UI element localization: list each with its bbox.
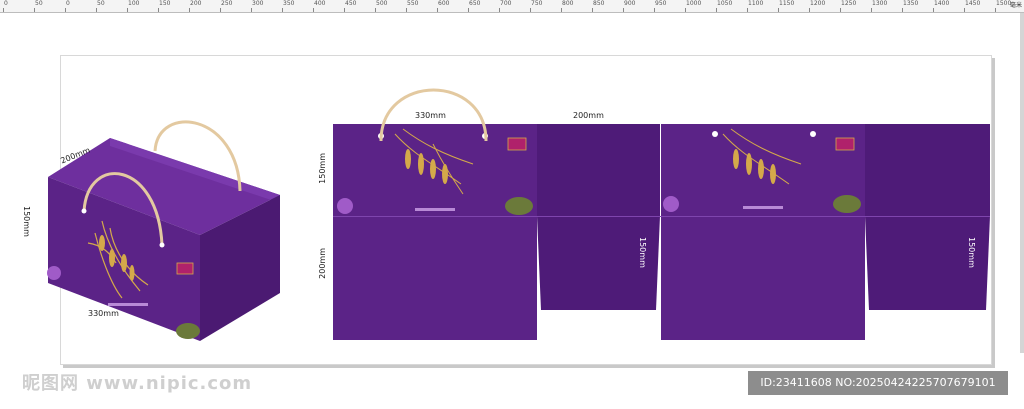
ruler-tick-label: 1150 <box>779 0 795 7</box>
ruler-tick-label: 1100 <box>748 0 764 7</box>
ruler-tick-mark <box>809 8 810 12</box>
ruler-tick-label: 1050 <box>717 0 733 7</box>
ruler-tick-mark <box>282 8 283 12</box>
ruler-tick-label: 450 <box>345 0 357 7</box>
ruler-tick-label: 300 <box>252 0 264 7</box>
ruler-tick-label: 850 <box>593 0 605 7</box>
ruler-tick-mark <box>375 8 376 12</box>
ruler-tick-label: 50 <box>35 0 43 7</box>
ruler-tick-label: 50 <box>97 0 105 7</box>
dim-3d-width: 330mm <box>88 309 119 318</box>
ruler-tick-mark <box>468 8 469 12</box>
ruler-tick-mark <box>96 8 97 12</box>
ruler-tick-label: 350 <box>283 0 295 7</box>
ruler-tick-label: 200 <box>190 0 202 7</box>
ruler-tick-mark <box>65 8 66 12</box>
ruler-tick-mark <box>344 8 345 12</box>
image-id-bar: ID:23411608 NO:20250424225707679101 <box>748 371 1008 395</box>
dim-flat-front-width: 330mm <box>415 111 446 120</box>
ruler-tick-label: 950 <box>655 0 667 7</box>
ruler-tick-label: 1300 <box>872 0 888 7</box>
ruler-tick-label: 1350 <box>903 0 919 7</box>
ruler-tick-label: 750 <box>531 0 543 7</box>
ruler-tick-label: 500 <box>376 0 388 7</box>
dim-flat-side-width: 200mm <box>573 111 604 120</box>
ruler-tick-label: 700 <box>500 0 512 7</box>
ruler-tick-label: 900 <box>624 0 636 7</box>
panel-side-1-top <box>537 124 660 216</box>
ruler-tick-label: 0 <box>4 0 8 7</box>
ruler-tick-label: 250 <box>221 0 233 7</box>
ruler-tick-label: 1000 <box>686 0 702 7</box>
watermark-text: 昵图网 www.nipic.com <box>22 373 253 394</box>
ruler-tick-mark <box>871 8 872 12</box>
ruler-tick-mark <box>902 8 903 12</box>
ruler-tick-label: 650 <box>469 0 481 7</box>
front-2-artwork <box>663 128 861 213</box>
dim-flat-bottom-height: 200mm <box>318 248 327 279</box>
ruler-tick-mark <box>406 8 407 12</box>
brand-label <box>176 262 194 275</box>
ruler-tick-mark <box>592 8 593 12</box>
ruler-tick-mark <box>964 8 965 12</box>
ruler-tick-mark <box>189 8 190 12</box>
ruler-tick-mark <box>3 8 4 12</box>
ruler-tick-mark <box>127 8 128 12</box>
ruler-tick-mark <box>685 8 686 12</box>
ruler-tick-label: 600 <box>438 0 450 7</box>
ruler-tick-label: 550 <box>407 0 419 7</box>
ruler-tick-mark <box>654 8 655 12</box>
panel-side-2-top <box>865 124 990 216</box>
vertical-scrollbar[interactable] <box>1020 13 1024 353</box>
design-canvas[interactable]: 200mm 150mm 330mm 330mm 200mm 150mm 200m… <box>0 13 1024 409</box>
ruler-tick-label: 800 <box>562 0 574 7</box>
ruler-tick-label: 0 <box>66 0 70 7</box>
ruler-tick-label: 1500 <box>996 0 1012 7</box>
ruler-tick-label: 1450 <box>965 0 981 7</box>
ruler-tick-mark <box>995 8 996 12</box>
ruler-tick-mark <box>34 8 35 12</box>
ruler-unit-label[interactable]: 毫米 <box>1010 0 1022 9</box>
ruler-tick-label: 150 <box>159 0 171 7</box>
ruler-tick-mark <box>437 8 438 12</box>
ruler-tick-mark <box>499 8 500 12</box>
ruler-tick-mark <box>747 8 748 12</box>
dim-side-gusset-2: 150mm <box>967 237 976 268</box>
ruler-tick-mark <box>561 8 562 12</box>
ruler-tick-label: 1200 <box>810 0 826 7</box>
top-ruler: 0 50 0 50 100 150 200 250 300 350 400 450 500 550 600 6… <box>0 0 1024 13</box>
ruler-tick-label: 1400 <box>934 0 950 7</box>
ruler-tick-label: 100 <box>128 0 140 7</box>
herb-icon <box>176 323 200 339</box>
flower-icon <box>47 266 61 280</box>
ruler-tick-label: 1250 <box>841 0 857 7</box>
dim-3d-height: 150mm <box>22 206 31 237</box>
ruler-tick-mark <box>158 8 159 12</box>
dim-flat-top-height: 150mm <box>318 153 327 184</box>
ruler-tick-mark <box>840 8 841 12</box>
ruler-tick-label: 400 <box>314 0 326 7</box>
ruler-tick-mark <box>251 8 252 12</box>
ruler-tick-mark <box>220 8 221 12</box>
ruler-tick-mark <box>778 8 779 12</box>
ruler-tick-mark <box>716 8 717 12</box>
fold-line <box>333 216 990 217</box>
dim-side-gusset-1: 150mm <box>638 237 647 268</box>
ruler-tick-mark <box>623 8 624 12</box>
ruler-tick-mark <box>530 8 531 12</box>
ruler-tick-mark <box>313 8 314 12</box>
ruler-tick-mark <box>933 8 934 12</box>
